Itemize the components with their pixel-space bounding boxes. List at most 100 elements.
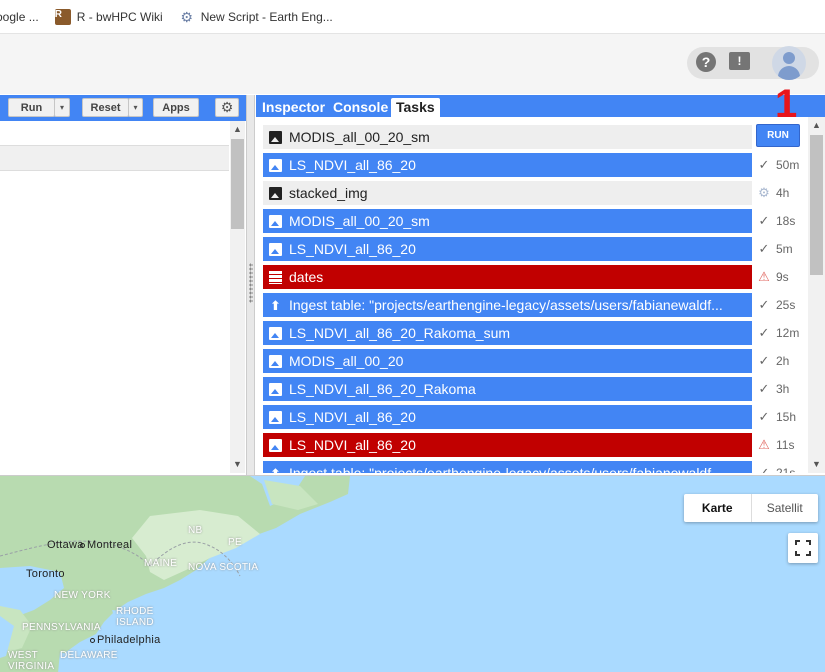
image-icon [269,214,282,228]
feedback-icon[interactable]: ! [729,52,750,70]
task-row[interactable]: MODIS_all_00_20 [263,349,752,373]
task-status: ⚠ 9s [756,265,812,289]
table-icon [269,270,282,284]
code-editor-toolbar: Run ▾ Reset ▾ Apps ⚙ [0,95,246,121]
tab-tasks[interactable]: Tasks [391,98,440,117]
task-duration: 12m [776,326,800,340]
help-icon[interactable]: ? [696,52,716,72]
map-type-satellite-button[interactable]: Satellit [752,494,819,522]
map-label-pe: PE [228,537,242,548]
avatar[interactable] [772,46,806,80]
city-name: Philadelphia [97,634,161,646]
image-icon [269,158,282,172]
city-dot-icon [90,637,95,643]
bookmark-bwhpc-wiki[interactable]: R R - bwHPC Wiki [54,8,163,25]
image-icon [269,186,282,200]
map-label-island: ISLAND [116,617,154,628]
apps-button[interactable]: Apps [153,98,199,117]
city-dot-icon [80,542,85,548]
image-icon [269,354,282,368]
scroll-down-icon[interactable]: ▼ [809,459,824,469]
run-button[interactable]: Run [8,98,55,117]
bookmark-google[interactable]: oogle ... [0,10,39,24]
task-row[interactable]: dates [263,265,752,289]
run-task-button[interactable]: RUN [756,124,800,147]
task-row[interactable]: LS_NDVI_all_86_20_Rakoma [263,377,752,401]
task-status: ✓ 50m [756,153,812,177]
editor-scrollbar[interactable]: ▲ ▼ [230,121,245,473]
task-status: ✓ 18s [756,209,812,233]
task-duration: 11s [776,438,795,452]
task-row[interactable]: MODIS_all_00_20_sm [263,125,752,149]
code-editor[interactable] [0,121,246,473]
tasks-scroll-thumb[interactable] [810,135,823,275]
image-icon [269,382,282,396]
image-icon [269,326,282,340]
map-label-nb: NB [188,525,203,536]
check-icon: ✓ [758,157,770,172]
task-duration: 18s [776,214,796,228]
scroll-down-icon[interactable]: ▼ [230,459,245,469]
task-status: ✓ 25s [756,293,812,317]
warning-icon: ⚠ [758,437,770,452]
city-name: Montreal [87,539,133,551]
task-status: ✓ 12m [756,321,812,345]
task-status: ✓ 5m [756,237,812,261]
task-row[interactable]: LS_NDVI_all_86_20 [263,153,752,177]
scroll-up-icon[interactable]: ▲ [809,120,824,130]
task-row[interactable]: LS_NDVI_all_86_20 [263,405,752,429]
task-row[interactable]: MODIS_all_00_20_sm [263,209,752,233]
bookmark-label: R - bwHPC Wiki [76,9,163,24]
task-row[interactable]: stacked_img [263,181,752,205]
task-duration: 2h [776,354,790,368]
map-label-maine: MAINE [144,558,178,569]
editor-scroll-thumb[interactable] [231,139,244,229]
tasks-scrollbar[interactable]: ▲ ▼ [808,117,825,473]
reset-dropdown-button[interactable]: ▾ [128,98,143,117]
run-dropdown-button[interactable]: ▾ [54,98,70,117]
tab-console[interactable]: Console [328,98,393,117]
task-name: MODIS_all_00_20 [289,353,404,369]
map-view[interactable]: Ottawa Montreal Toronto NEW YORK MAINE N… [0,475,825,672]
check-icon: ✓ [758,325,770,340]
map-label-virginia: VIRGINIA [8,661,55,672]
tab-inspector[interactable]: Inspector [257,98,330,117]
panel-divider[interactable] [246,95,255,475]
gear-icon[interactable]: ⚙ [215,98,239,117]
map-label-toronto: Toronto [26,568,65,580]
map-type-map-button[interactable]: Karte [684,494,752,522]
map-type-toggle: Karte Satellit [684,494,818,522]
fullscreen-icon[interactable] [788,533,818,563]
map-label-nova-scotia: NOVA SCOTIA [188,562,259,573]
bookmark-label: New Script - Earth Eng... [200,9,333,24]
r-icon: R [54,8,71,25]
check-icon: ✓ [758,241,770,256]
annotation-marker: 1 [775,82,798,126]
task-name: MODIS_all_00_20_sm [289,129,430,145]
image-icon [269,438,282,452]
warning-icon: ⚠ [758,269,770,284]
task-duration: 4h [776,186,790,200]
task-status: ✓ 2h [756,349,812,373]
reset-button[interactable]: Reset [82,98,129,117]
task-name: LS_NDVI_all_86_20 [289,157,416,173]
task-duration: 3h [776,382,790,396]
map-label-montreal: Montreal [80,539,132,551]
tasks-list: MODIS_all_00_20_sm RUN LS_NDVI_all_86_20 ✓ 5… [256,117,825,473]
task-row[interactable]: LS_NDVI_all_86_20 [263,237,752,261]
task-name: LS_NDVI_all_86_20 [289,241,416,257]
task-name: LS_NDVI_all_86_20 [289,409,416,425]
task-row[interactable]: ⬆ Ingest table: "projects/earthengine-leg… [263,461,752,473]
bookmark-earth-engine[interactable]: ⚙ New Script - Earth Eng... [179,8,333,25]
task-duration: 25s [776,298,796,312]
task-duration: 9s [776,270,789,284]
drag-handle-icon [249,263,253,303]
scroll-up-icon[interactable]: ▲ [230,124,245,134]
earth-engine-icon: ⚙ [180,8,193,25]
task-duration: 5m [776,242,793,256]
upload-icon: ⬆ [270,297,281,313]
task-row[interactable]: LS_NDVI_all_86_20_Rakoma_sum [263,321,752,345]
task-row[interactable]: LS_NDVI_all_86_20 [263,433,752,457]
task-row[interactable]: ⬆ Ingest table: "projects/earthengine-leg… [263,293,752,317]
task-status: ✓ 15h [756,405,812,429]
